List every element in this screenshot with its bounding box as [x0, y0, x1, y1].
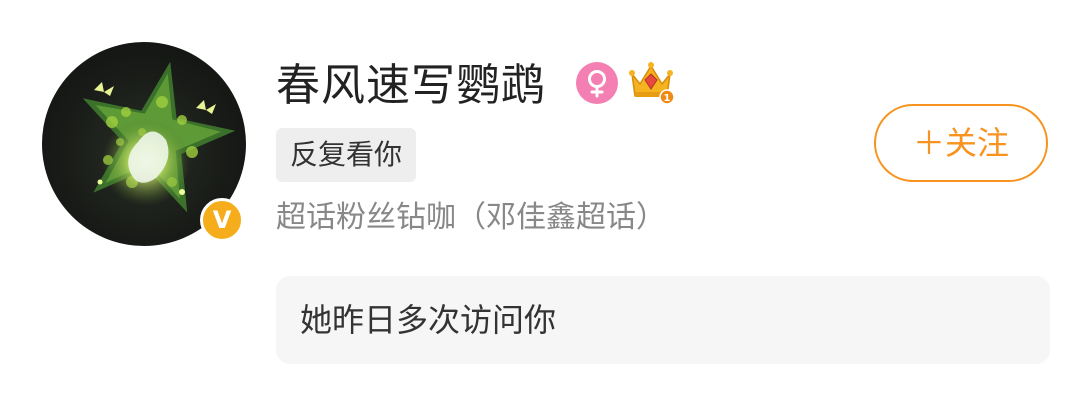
follow-button[interactable]: ＋关注: [874, 104, 1048, 182]
profile-card: V 春风速写鹦鹉 1 反复看你 超话粉丝钻咖（邓佳鑫超话） ＋关注 她昨日多次访…: [0, 0, 1080, 413]
vip-crown-icon[interactable]: 1: [626, 56, 676, 106]
visit-notice[interactable]: 她昨日多次访问你: [276, 276, 1050, 364]
verified-badge-icon: V: [200, 198, 244, 242]
profile-description: 超话粉丝钻咖（邓佳鑫超话）: [276, 200, 666, 235]
crown-level: 1: [664, 93, 671, 104]
username: 春风速写鹦鹉: [276, 60, 546, 111]
female-icon: [576, 62, 618, 104]
profile-tag[interactable]: 反复看你: [276, 128, 417, 182]
